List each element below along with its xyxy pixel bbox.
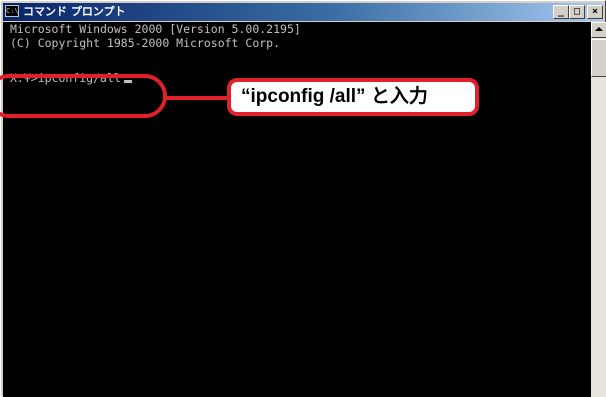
console-line-copyright: (C) Copyright 1985-2000 Microsoft Corp. [10,36,281,50]
scrollbar-thumb[interactable] [591,39,606,77]
console-line-version: Microsoft Windows 2000 [Version 5.00.219… [10,22,301,36]
instruction-callout: “ipconfig /all” と入力 [227,78,479,116]
scroll-up-arrow-icon[interactable] [591,22,606,38]
vertical-scrollbar[interactable] [591,22,606,397]
callout-connector [166,96,230,100]
console-icon[interactable]: C:\ [5,5,19,17]
minimize-button[interactable]: _ [553,5,569,19]
command-prompt-window: C:\ コマンド プロンプト _ □ × Microsoft Windows 2… [0,0,606,397]
window-title: コマンド プロンプト [23,5,126,18]
title-bar[interactable]: C:\ コマンド プロンプト _ □ × [3,3,603,21]
close-button[interactable]: × [587,5,603,19]
highlight-oval [0,74,167,118]
maximize-button[interactable]: □ [569,5,585,19]
